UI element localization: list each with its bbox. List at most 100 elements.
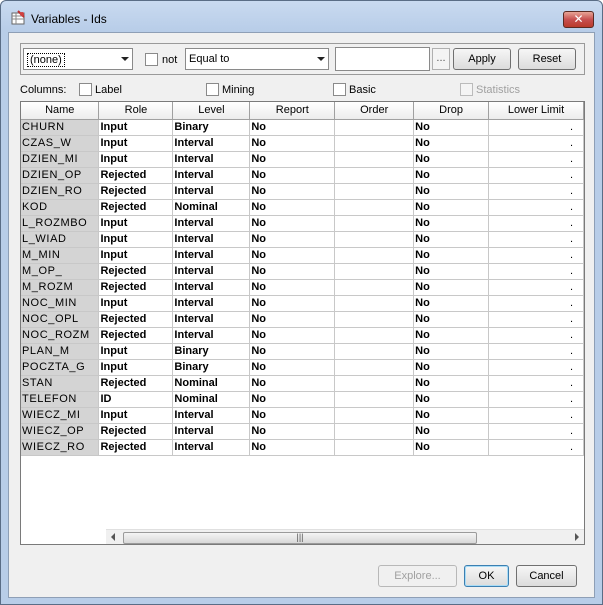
cell-role[interactable]: Input	[98, 215, 174, 232]
cell-level[interactable]: Interval	[172, 135, 251, 152]
cell-level[interactable]: Nominal	[172, 375, 251, 392]
table-row[interactable]: DZIEN_RO Rejected Interval No No.	[21, 183, 584, 200]
cell-drop[interactable]: No	[413, 119, 490, 136]
column-header-lower-limit[interactable]: Lower Limit	[488, 102, 584, 120]
cell-name[interactable]: WIECZ_MI	[21, 407, 100, 424]
cell-level[interactable]: Interval	[172, 263, 251, 280]
cell-lower[interactable]: .	[488, 135, 584, 152]
cell-order[interactable]	[334, 311, 415, 328]
cell-lower[interactable]: .	[488, 215, 584, 232]
cell-name[interactable]: M_MIN	[21, 247, 100, 264]
cell-name[interactable]: PLAN_M	[21, 343, 100, 360]
cell-drop[interactable]: No	[413, 343, 490, 360]
cell-role[interactable]: Rejected	[98, 167, 174, 184]
cell-report[interactable]: No	[249, 311, 336, 328]
cell-lower[interactable]: .	[488, 119, 584, 136]
cell-order[interactable]	[334, 375, 415, 392]
cell-name[interactable]: DZIEN_MI	[21, 151, 100, 168]
cell-lower[interactable]: .	[488, 183, 584, 200]
table-row[interactable]: WIECZ_OP Rejected Interval No No.	[21, 423, 584, 440]
cell-drop[interactable]: No	[413, 295, 490, 312]
cell-level[interactable]: Binary	[172, 119, 251, 136]
cell-role[interactable]: Rejected	[98, 183, 174, 200]
cell-level[interactable]: Nominal	[172, 199, 251, 216]
cell-role[interactable]: Rejected	[98, 375, 174, 392]
cell-level[interactable]: Interval	[172, 295, 251, 312]
cell-order[interactable]	[334, 151, 415, 168]
cell-role[interactable]: Rejected	[98, 327, 174, 344]
cell-level[interactable]: Nominal	[172, 391, 251, 408]
cell-level[interactable]: Interval	[172, 183, 251, 200]
table-row[interactable]: PLAN_M Input Binary No No.	[21, 343, 584, 360]
cell-name[interactable]: DZIEN_RO	[21, 183, 100, 200]
basic-checkbox[interactable]	[333, 83, 346, 96]
cell-lower[interactable]: .	[488, 407, 584, 424]
cell-name[interactable]: CHURN	[21, 119, 100, 136]
table-row[interactable]: CZAS_W Input Interval No No.	[21, 135, 584, 152]
cell-lower[interactable]: .	[488, 343, 584, 360]
table-row[interactable]: WIECZ_RO Rejected Interval No No.	[21, 439, 584, 456]
cell-order[interactable]	[334, 407, 415, 424]
cell-lower[interactable]: .	[488, 231, 584, 248]
cell-name[interactable]: WIECZ_OP	[21, 423, 100, 440]
cell-order[interactable]	[334, 231, 415, 248]
cell-report[interactable]: No	[249, 119, 336, 136]
cell-role[interactable]: Input	[98, 119, 174, 136]
cell-name[interactable]: DZIEN_OP	[21, 167, 100, 184]
scroll-left-icon[interactable]	[111, 533, 115, 541]
cell-drop[interactable]: No	[413, 199, 490, 216]
cell-order[interactable]	[334, 215, 415, 232]
cell-drop[interactable]: No	[413, 279, 490, 296]
cell-report[interactable]: No	[249, 263, 336, 280]
cell-name[interactable]: CZAS_W	[21, 135, 100, 152]
not-checkbox[interactable]	[145, 53, 158, 66]
cell-name[interactable]: NOC_ROZM	[21, 327, 100, 344]
cell-lower[interactable]: .	[488, 167, 584, 184]
cell-order[interactable]	[334, 439, 415, 456]
title-bar[interactable]: Variables - Ids ✕	[1, 1, 602, 33]
cell-report[interactable]: No	[249, 215, 336, 232]
cell-lower[interactable]: .	[488, 151, 584, 168]
cell-order[interactable]	[334, 423, 415, 440]
cell-role[interactable]: Rejected	[98, 423, 174, 440]
field-select[interactable]: (none)	[23, 48, 133, 70]
cell-name[interactable]: L_ROZMBO	[21, 215, 100, 232]
cell-report[interactable]: No	[249, 183, 336, 200]
table-row[interactable]: POCZTA_G Input Binary No No.	[21, 359, 584, 376]
cell-report[interactable]: No	[249, 375, 336, 392]
scroll-right-icon[interactable]	[575, 533, 579, 541]
cell-level[interactable]: Binary	[172, 359, 251, 376]
table-row[interactable]: M_OP_ Rejected Interval No No.	[21, 263, 584, 280]
table-row[interactable]: WIECZ_MI Input Interval No No.	[21, 407, 584, 424]
cell-drop[interactable]: No	[413, 215, 490, 232]
cell-level[interactable]: Interval	[172, 311, 251, 328]
cell-report[interactable]: No	[249, 359, 336, 376]
cell-report[interactable]: No	[249, 343, 336, 360]
cell-order[interactable]	[334, 263, 415, 280]
cell-drop[interactable]: No	[413, 231, 490, 248]
cell-report[interactable]: No	[249, 439, 336, 456]
column-header-report[interactable]: Report	[249, 102, 336, 120]
table-row[interactable]: M_MIN Input Interval No No.	[21, 247, 584, 264]
cell-level[interactable]: Interval	[172, 439, 251, 456]
cell-role[interactable]: Input	[98, 151, 174, 168]
cell-drop[interactable]: No	[413, 375, 490, 392]
horizontal-scrollbar[interactable]: |||	[106, 529, 584, 544]
table-row[interactable]: TELEFON ID Nominal No No.	[21, 391, 584, 408]
cell-order[interactable]	[334, 327, 415, 344]
close-button[interactable]: ✕	[563, 11, 594, 28]
cell-level[interactable]: Interval	[172, 247, 251, 264]
cell-role[interactable]: Input	[98, 135, 174, 152]
cell-level[interactable]: Interval	[172, 327, 251, 344]
cell-drop[interactable]: No	[413, 423, 490, 440]
cell-name[interactable]: NOC_OPL	[21, 311, 100, 328]
cell-name[interactable]: STAN	[21, 375, 100, 392]
cell-report[interactable]: No	[249, 199, 336, 216]
table-row[interactable]: NOC_OPL Rejected Interval No No.	[21, 311, 584, 328]
cell-drop[interactable]: No	[413, 407, 490, 424]
cell-report[interactable]: No	[249, 247, 336, 264]
cell-lower[interactable]: .	[488, 439, 584, 456]
cell-role[interactable]: Rejected	[98, 439, 174, 456]
column-header-drop[interactable]: Drop	[413, 102, 490, 120]
cell-drop[interactable]: No	[413, 327, 490, 344]
